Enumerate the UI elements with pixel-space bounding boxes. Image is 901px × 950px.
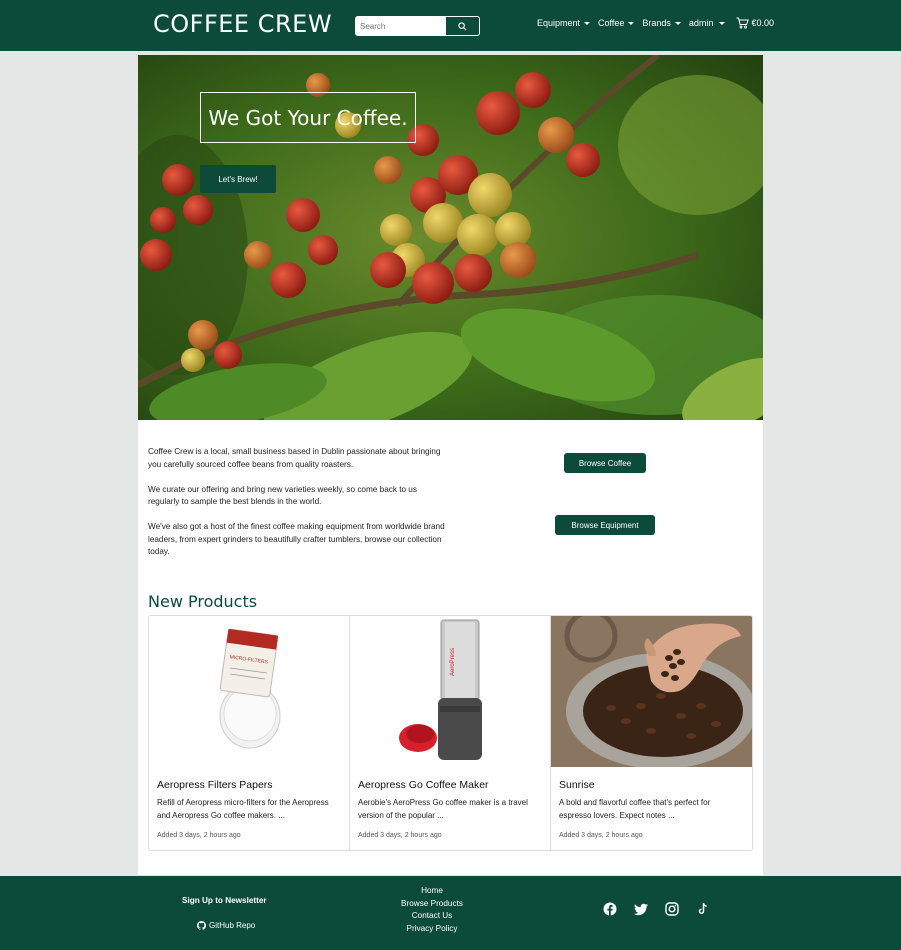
cart-total: €0.00 — [751, 18, 774, 28]
product-name[interactable]: Aeropress Go Coffee Maker — [358, 779, 489, 791]
new-products-title: New Products — [148, 592, 258, 611]
aeropress-go-image: AeroPress — [350, 616, 550, 767]
footer-links: Home Browse Products Contact Us Privacy … — [384, 885, 480, 935]
product-name[interactable]: Aeropress Filters Papers — [157, 779, 273, 791]
navbar: COFFEE CREW Equipment Coffee Brands admi… — [0, 0, 901, 51]
nav-item-brands[interactable]: Brands — [642, 18, 681, 28]
nav-item-equipment[interactable]: Equipment — [537, 18, 591, 28]
product-description: Aerobie's AeroPress Go coffee maker is a… — [358, 798, 528, 820]
coffee-beans-bowl-image — [551, 616, 752, 767]
brand-logo[interactable]: COFFEE CREW — [153, 10, 332, 38]
cart-icon — [736, 17, 750, 29]
product-date: Added 3 days, 2 hours ago — [559, 832, 643, 839]
product-card[interactable]: Sunrise A bold and flavorful coffee that… — [551, 616, 752, 850]
instagram-icon[interactable] — [665, 902, 679, 916]
nav-item-label: Equipment — [537, 18, 581, 28]
aeropress-filters-image: MICRO-FILTERS — [149, 616, 349, 767]
intro-paragraph: We've also got a host of the finest coff… — [148, 522, 445, 557]
github-label: GitHub Repo — [209, 921, 256, 930]
search-input[interactable] — [355, 16, 446, 36]
footer-link-contact-us[interactable]: Contact Us — [384, 910, 480, 923]
svg-text:AeroPress: AeroPress — [450, 648, 456, 676]
nav-item-coffee[interactable]: Coffee — [598, 18, 635, 28]
search-form — [355, 16, 480, 36]
caret-down-icon — [628, 21, 635, 25]
footer-link-browse-products[interactable]: Browse Products — [384, 898, 480, 911]
nav-item-label: Brands — [642, 18, 671, 28]
product-card[interactable]: AeroPress Aeropress Go Coffee Maker Aero… — [350, 616, 551, 850]
github-icon — [197, 921, 206, 930]
product-image[interactable] — [551, 616, 752, 767]
twitter-icon[interactable] — [634, 902, 648, 916]
product-card[interactable]: MICRO-FILTERS Aeropress Filters Papers R… — [149, 616, 350, 850]
browse-coffee-button[interactable]: Browse Coffee — [564, 453, 646, 473]
footer-link-home[interactable]: Home — [384, 885, 480, 898]
nav-item-admin[interactable]: admin — [689, 18, 726, 28]
intro-paragraph: Coffee Crew is a local, small business b… — [148, 447, 441, 469]
intro-paragraph: We curate our offering and bring new var… — [148, 484, 417, 507]
social-links — [603, 902, 710, 916]
search-button[interactable] — [446, 16, 480, 36]
product-date: Added 3 days, 2 hours ago — [358, 832, 442, 839]
nav-item-label: admin — [688, 18, 714, 28]
hero-banner: We Got Your Coffee. Let's Brew! — [138, 55, 763, 420]
product-description: A bold and flavorful coffee that's perfe… — [559, 798, 711, 820]
product-image[interactable]: MICRO-FILTERS — [149, 616, 349, 767]
cart-link[interactable]: €0.00 — [736, 17, 774, 29]
footer: Sign Up to Newsletter GitHub Repo Home B… — [0, 876, 901, 950]
product-name[interactable]: Sunrise — [559, 779, 595, 791]
caret-down-icon — [719, 21, 726, 25]
main-content: We Got Your Coffee. Let's Brew! Coffee C… — [138, 55, 763, 875]
github-link[interactable]: GitHub Repo — [197, 921, 255, 930]
caret-down-icon — [584, 21, 591, 25]
newsletter-link[interactable]: Sign Up to Newsletter — [182, 896, 267, 905]
product-description: Refill of Aeropress micro-filters for th… — [157, 798, 329, 820]
search-icon — [458, 21, 467, 30]
product-cards: MICRO-FILTERS Aeropress Filters Papers R… — [148, 615, 753, 851]
nav-item-label: Coffee — [598, 18, 625, 28]
footer-link-privacy-policy[interactable]: Privacy Policy — [384, 923, 480, 936]
intro-text: Coffee Crew is a local, small business b… — [148, 446, 448, 571]
nav-links: Equipment Coffee Brands admin €0.00 — [537, 17, 774, 29]
product-date: Added 3 days, 2 hours ago — [157, 832, 241, 839]
facebook-icon[interactable] — [603, 902, 617, 916]
browse-equipment-button[interactable]: Browse Equipment — [555, 515, 655, 535]
hero-title: We Got Your Coffee. — [200, 92, 416, 143]
product-image[interactable]: AeroPress — [350, 616, 550, 767]
caret-down-icon — [674, 21, 681, 25]
tiktok-icon[interactable] — [696, 902, 710, 916]
lets-brew-button[interactable]: Let's Brew! — [200, 165, 276, 193]
